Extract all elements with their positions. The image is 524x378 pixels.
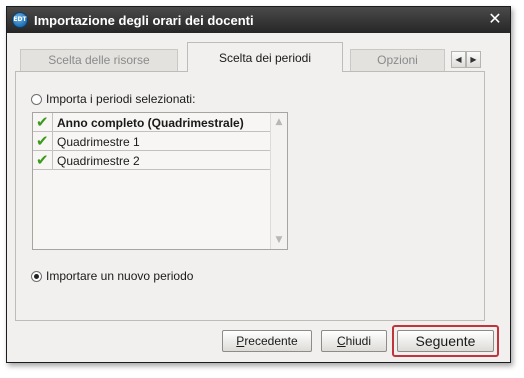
list-item[interactable]: ✔ Quadrimestre 2 (33, 151, 270, 170)
next-button-label: eguente (424, 333, 476, 349)
app-icon: EDT (12, 12, 28, 28)
checkbox-cell[interactable]: ✔ (33, 151, 53, 169)
tab-scelta-risorse[interactable]: Scelta delle risorse (20, 49, 178, 71)
window-title: Importazione degli orari dei docenti (34, 13, 254, 28)
radio-button[interactable] (31, 270, 42, 282)
periods-list: ✔ Anno completo (Quadrimestrale) ✔ Quadr… (32, 112, 288, 250)
periods-panel: Importa i periodi selezionati: ✔ Anno co… (15, 71, 485, 321)
checkbox-cell[interactable]: ✔ (33, 132, 53, 150)
title-bar[interactable]: EDT Importazione degli orari dei docenti… (7, 7, 510, 33)
previous-button-label: recedente (244, 334, 298, 348)
tab-bar: Scelta delle risorse Scelta dei periodi … (15, 42, 502, 72)
tab-opzioni[interactable]: Opzioni (350, 49, 445, 71)
period-label: Anno completo (Quadrimestrale) (57, 116, 244, 130)
checkbox-cell[interactable]: ✔ (33, 113, 53, 131)
list-item[interactable]: ✔ Anno completo (Quadrimestrale) (33, 113, 270, 132)
next-button-highlight: Seguente (392, 325, 499, 357)
period-label: Quadrimestre 1 (57, 135, 140, 149)
checkmark-icon: ✔ (36, 113, 49, 131)
radio-button[interactable] (31, 93, 42, 105)
scroll-down-icon[interactable]: ▼ (271, 232, 287, 248)
previous-button[interactable]: Precedente (222, 330, 312, 352)
radio-import-new[interactable]: Importare un nuovo periodo (31, 268, 193, 284)
scroll-up-icon[interactable]: ▲ (271, 114, 287, 130)
close-button-mnemonic: C (336, 334, 346, 348)
close-icon[interactable]: ✕ (486, 10, 504, 28)
tab-scelta-periodi[interactable]: Scelta dei periodi (187, 42, 343, 72)
close-button[interactable]: Chiudi (321, 330, 387, 352)
tab-scroll-right-icon[interactable]: ▶ (466, 51, 481, 68)
next-button[interactable]: Seguente (397, 330, 494, 352)
close-button-label: hiudi (345, 334, 372, 348)
period-label: Quadrimestre 2 (57, 154, 140, 168)
checkmark-icon: ✔ (36, 132, 49, 150)
radio-import-selected[interactable]: Importa i periodi selezionati: (31, 91, 195, 107)
import-dialog: EDT Importazione degli orari dei docenti… (6, 6, 511, 363)
radio-import-selected-label: Importa i periodi selezionati: (46, 92, 196, 106)
tab-scroll-left-icon[interactable]: ◀ (451, 51, 466, 68)
next-button-mnemonic: S (415, 333, 425, 349)
list-scrollbar[interactable]: ▲ ▼ (270, 113, 287, 249)
checkmark-icon: ✔ (36, 151, 49, 169)
radio-import-new-label: Importare un nuovo periodo (46, 269, 194, 283)
list-item[interactable]: ✔ Quadrimestre 1 (33, 132, 270, 151)
